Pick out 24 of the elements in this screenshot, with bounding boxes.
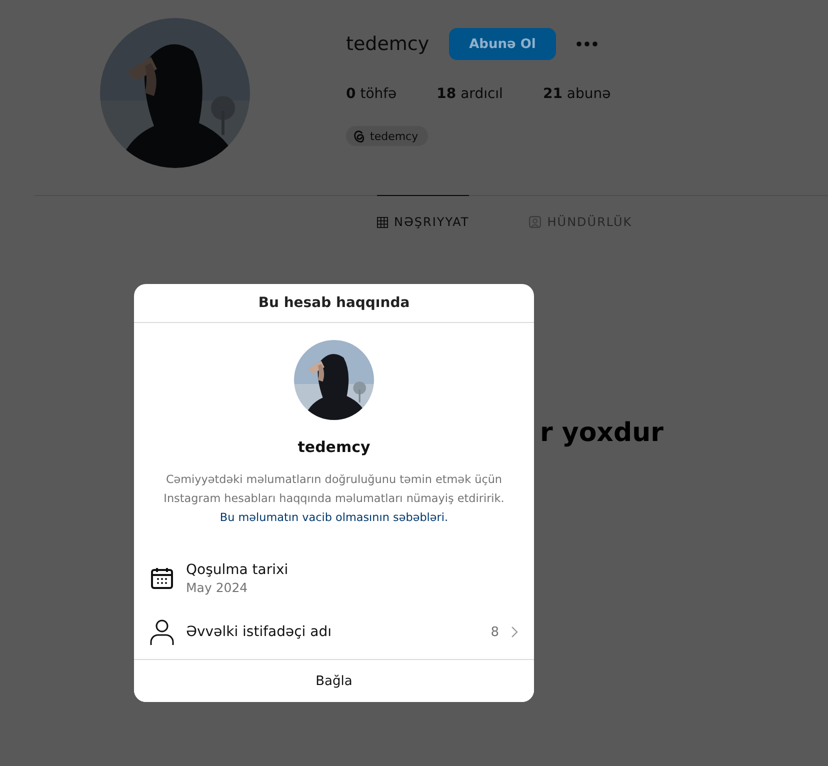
profile-stat[interactable]: 21 abunə [542, 86, 611, 102]
threads-chip[interactable]: tedemcy [346, 126, 428, 146]
empty-state-heading: r yoxdur [540, 418, 664, 448]
tab[interactable]: NƏŞRIYYAT [377, 195, 470, 229]
calendar-icon [150, 566, 174, 590]
dialog-username: tedemcy [298, 438, 370, 456]
row-count: 8 [490, 624, 499, 640]
chevron-right-icon [511, 626, 518, 638]
username: tedemcy [346, 33, 430, 55]
info-paragraph: Cəmiyyətdəki məlumatların doğruluğunu təmin etmək üçün Instagram hesabları haqqında məlumatları nümayiş etdiririk. Bu məlumatın vacib olmasının səbəbləri. [162, 472, 506, 526]
row-value: May 2024 [186, 580, 249, 595]
profile-stat[interactable]: 18 ardıcıl [436, 86, 503, 102]
close-button[interactable]: Bağla [134, 659, 534, 702]
threads-icon [352, 129, 366, 143]
row-label: Əvvəlki istifadəçi adı [186, 624, 333, 640]
follow-button[interactable]: Abunə Ol [449, 28, 556, 60]
person-tag-icon [529, 216, 542, 228]
reasons-link[interactable]: Bu məlumatın vacib olmasının səbəbləri. [220, 511, 448, 524]
row-label: Qoşulma tarixi [186, 562, 290, 578]
dialog-title: Bu hesab haqqında [258, 295, 410, 312]
more-options-icon[interactable] [576, 41, 598, 47]
grid-icon [377, 216, 388, 228]
profile-stat[interactable]: 0 töhfə [346, 86, 397, 102]
person-icon [150, 619, 174, 646]
